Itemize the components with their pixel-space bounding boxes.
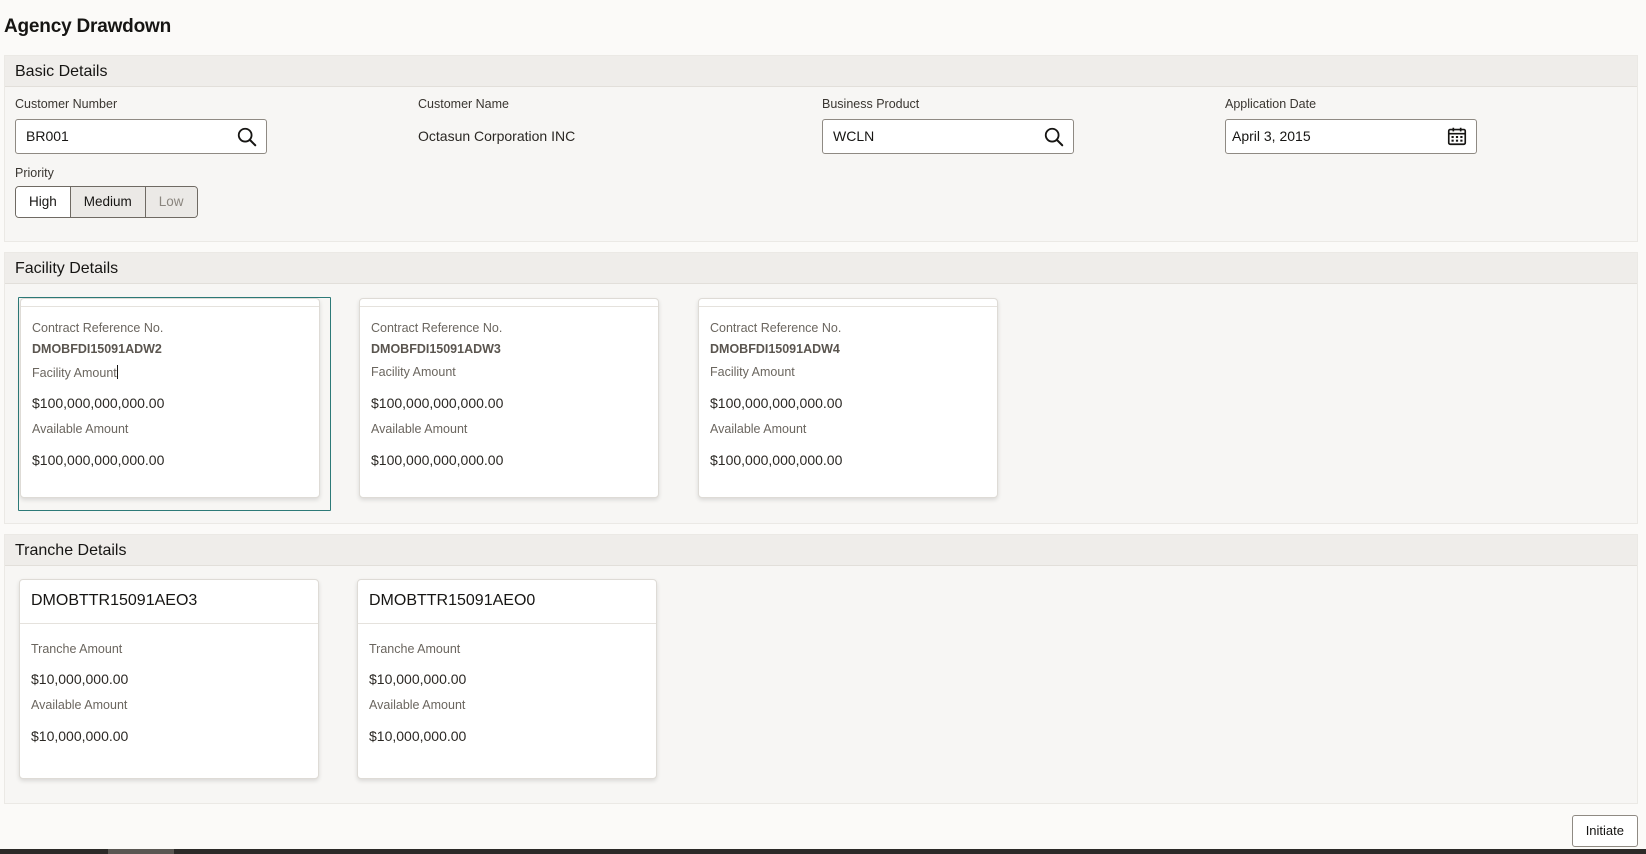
available-amount-value: $100,000,000,000.00 — [371, 452, 504, 468]
customer-name-value: Octasun Corporation INC — [418, 128, 576, 144]
card-divider — [20, 623, 318, 624]
basic-details-section: Basic Details Customer Number BR001 Cust… — [4, 55, 1638, 242]
available-amount-label: Available Amount — [31, 698, 128, 712]
tranche-ref-title: DMOBTTR15091AEO3 — [31, 592, 198, 609]
available-amount-value: $100,000,000,000.00 — [710, 452, 843, 468]
facility-amount-label: Facility Amount — [710, 365, 795, 379]
contract-ref-label: Contract Reference No. — [710, 321, 842, 335]
facility-details-section: Facility Details Contract Reference No. … — [4, 252, 1638, 524]
card-top-divider — [21, 299, 319, 307]
business-product-label: Business Product — [822, 97, 920, 111]
business-product-input[interactable]: WCLN — [822, 119, 1074, 154]
page-title: Agency Drawdown — [4, 16, 171, 37]
available-amount-label: Available Amount — [710, 422, 807, 436]
tranche-amount-value: $10,000,000.00 — [369, 671, 467, 687]
tranche-ref-title: DMOBTTR15091AEO0 — [369, 592, 536, 609]
available-amount-value: $100,000,000,000.00 — [32, 452, 165, 468]
priority-toggle-group: High Medium Low — [15, 186, 198, 218]
tranche-card[interactable]: DMOBTTR15091AEO3 Tranche Amount $10,000,… — [19, 579, 319, 779]
facility-card[interactable]: Contract Reference No. DMOBFDI15091ADW3 … — [359, 298, 659, 498]
contract-ref-value: DMOBFDI15091ADW2 — [32, 342, 162, 356]
scrollbar-thumb[interactable] — [108, 849, 174, 854]
tranche-amount-label: Tranche Amount — [31, 642, 123, 656]
priority-low-button[interactable]: Low — [145, 187, 197, 217]
customer-number-label: Customer Number — [15, 97, 118, 111]
customer-number-value: BR001 — [26, 128, 69, 144]
tranche-amount-label: Tranche Amount — [369, 642, 461, 656]
facility-card[interactable]: Contract Reference No. DMOBFDI15091ADW4 … — [698, 298, 998, 498]
card-divider — [358, 623, 656, 624]
application-date-input[interactable]: April 3, 2015 — [1225, 119, 1477, 154]
card-top-divider — [699, 299, 997, 307]
search-icon[interactable] — [236, 126, 258, 148]
tranche-details-header: Tranche Details — [5, 535, 1637, 566]
bottom-scrollbar[interactable] — [0, 849, 1646, 854]
application-date-label: Application Date — [1225, 97, 1317, 111]
contract-ref-label: Contract Reference No. — [32, 321, 164, 335]
available-amount-label: Available Amount — [371, 422, 468, 436]
tranche-card[interactable]: DMOBTTR15091AEO0 Tranche Amount $10,000,… — [357, 579, 657, 779]
facility-amount-label: Facility Amount — [32, 365, 118, 380]
facility-amount-value: $100,000,000,000.00 — [710, 395, 843, 411]
basic-details-header: Basic Details — [5, 56, 1637, 87]
calendar-icon[interactable] — [1446, 125, 1468, 147]
tranche-details-section: Tranche Details DMOBTTR15091AEO3 Tranche… — [4, 534, 1638, 804]
application-date-value: April 3, 2015 — [1232, 128, 1311, 144]
available-amount-label: Available Amount — [32, 422, 129, 436]
priority-medium-button[interactable]: Medium — [70, 187, 146, 217]
text-cursor — [116, 365, 118, 379]
initiate-button[interactable]: Initiate — [1571, 815, 1638, 847]
customer-name-label: Customer Name — [418, 97, 509, 111]
tranche-amount-value: $10,000,000.00 — [31, 671, 129, 687]
card-top-divider — [360, 299, 658, 307]
priority-high-button[interactable]: High — [16, 187, 71, 217]
customer-number-input[interactable]: BR001 — [15, 119, 267, 154]
available-amount-value: $10,000,000.00 — [369, 728, 467, 744]
facility-amount-value: $100,000,000,000.00 — [32, 395, 165, 411]
business-product-value: WCLN — [833, 128, 875, 144]
contract-ref-value: DMOBFDI15091ADW3 — [371, 342, 501, 356]
facility-details-header: Facility Details — [5, 253, 1637, 284]
facility-amount-label: Facility Amount — [371, 365, 456, 379]
available-amount-label: Available Amount — [369, 698, 466, 712]
priority-label: Priority — [15, 166, 54, 180]
facility-card[interactable]: Contract Reference No. DMOBFDI15091ADW2 … — [20, 298, 320, 498]
facility-amount-label-text: Facility Amount — [32, 366, 117, 380]
search-icon[interactable] — [1043, 126, 1065, 148]
available-amount-value: $10,000,000.00 — [31, 728, 129, 744]
facility-amount-value: $100,000,000,000.00 — [371, 395, 504, 411]
contract-ref-label: Contract Reference No. — [371, 321, 503, 335]
contract-ref-value: DMOBFDI15091ADW4 — [710, 342, 840, 356]
